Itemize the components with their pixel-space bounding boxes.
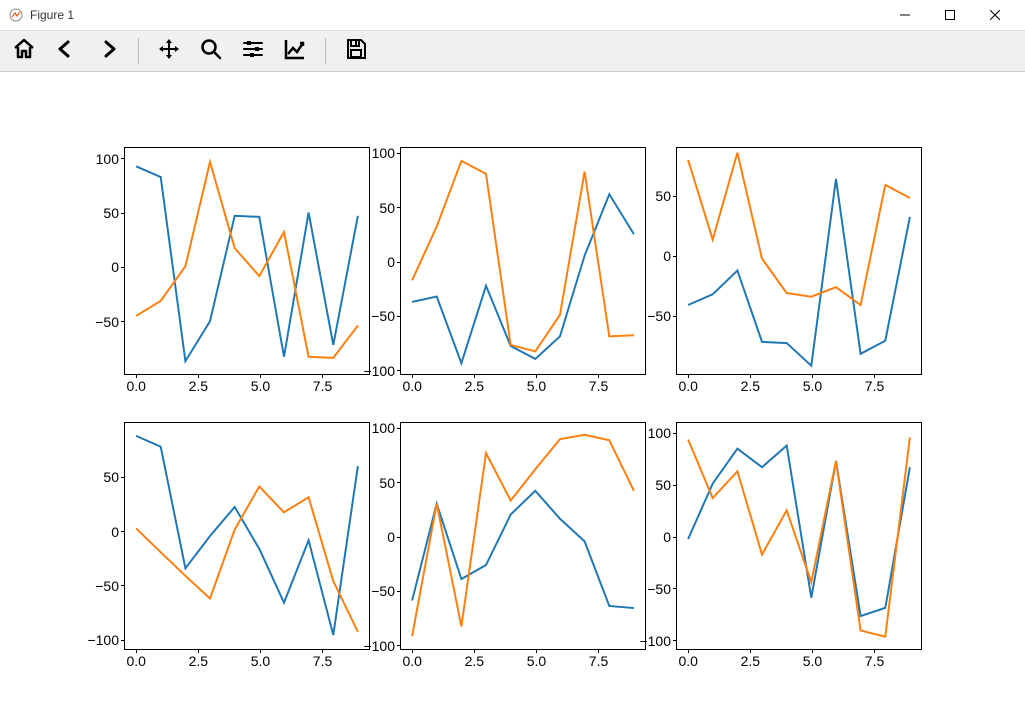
y-tick-label: 0: [387, 254, 395, 270]
back-icon: [54, 37, 78, 66]
app-icon: [8, 7, 24, 23]
y-tick-label: −50: [95, 314, 119, 330]
save-button[interactable]: [342, 37, 370, 65]
x-tick-label: 2.5: [465, 653, 484, 669]
y-tick-label: 50: [103, 469, 119, 485]
x-tick-label: 2.5: [189, 378, 208, 394]
subplot-0-1[interactable]: −100−500501000.02.55.07.5: [400, 147, 646, 375]
y-tick-label: 50: [379, 475, 395, 491]
y-tick-label: 50: [655, 188, 671, 204]
subplot-1-0[interactable]: −100−500500.02.55.07.5: [124, 422, 370, 650]
minimize-button[interactable]: [882, 0, 927, 30]
y-tick-label: −50: [371, 583, 395, 599]
x-tick-label: 0.0: [678, 653, 697, 669]
y-tick-label: 0: [111, 524, 119, 540]
x-tick-label: 5.0: [251, 653, 270, 669]
series-B: [412, 435, 634, 636]
x-tick-label: 7.5: [589, 378, 608, 394]
y-tick-label: 50: [655, 477, 671, 493]
x-tick-label: 7.5: [313, 653, 332, 669]
y-tick-label: −100: [363, 363, 395, 379]
x-tick-label: 0.0: [126, 378, 145, 394]
y-tick-label: 50: [379, 200, 395, 216]
y-tick-label: 100: [648, 425, 671, 441]
x-tick-label: 2.5: [189, 653, 208, 669]
x-tick-label: 5.0: [251, 378, 270, 394]
forward-icon: [96, 37, 120, 66]
x-tick-label: 5.0: [527, 653, 546, 669]
close-button[interactable]: [972, 0, 1017, 30]
x-tick-label: 5.0: [527, 378, 546, 394]
series-B: [688, 437, 910, 636]
x-tick-label: 7.5: [589, 653, 608, 669]
y-tick-label: −100: [363, 638, 395, 654]
x-tick-label: 2.5: [465, 378, 484, 394]
pan-icon: [157, 37, 181, 66]
maximize-button[interactable]: [927, 0, 972, 30]
x-tick-label: 7.5: [313, 378, 332, 394]
configure-icon: [241, 37, 265, 66]
pan-button[interactable]: [155, 37, 183, 65]
x-tick-label: 5.0: [803, 378, 822, 394]
x-tick-label: 7.5: [865, 653, 884, 669]
toolbar: [0, 31, 1025, 72]
x-tick-label: 0.0: [402, 378, 421, 394]
forward-button[interactable]: [94, 37, 122, 65]
window-titlebar: Figure 1: [0, 0, 1025, 31]
zoom-button[interactable]: [197, 37, 225, 65]
series-B: [688, 153, 910, 305]
y-tick-label: −100: [87, 632, 119, 648]
home-icon: [12, 37, 36, 66]
configure-button[interactable]: [239, 37, 267, 65]
x-tick-label: 2.5: [741, 653, 760, 669]
x-tick-label: 7.5: [865, 378, 884, 394]
series-A: [136, 166, 358, 361]
toolbar-separator: [138, 38, 139, 64]
x-tick-label: 2.5: [741, 378, 760, 394]
x-tick-label: 0.0: [402, 653, 421, 669]
subplot-0-2[interactable]: −500500.02.55.07.5: [676, 147, 922, 375]
x-tick-label: 0.0: [678, 378, 697, 394]
back-button[interactable]: [52, 37, 80, 65]
y-tick-label: 100: [96, 151, 119, 167]
y-tick-label: −50: [647, 581, 671, 597]
series-A: [688, 446, 910, 616]
series-B: [412, 161, 634, 352]
subplot-1-1[interactable]: −100−500501000.02.55.07.5: [400, 422, 646, 650]
axes-icon: [283, 37, 307, 66]
series-B: [136, 162, 358, 358]
y-tick-label: −100: [639, 633, 671, 649]
window-title: Figure 1: [30, 8, 74, 22]
toolbar-separator: [325, 38, 326, 64]
y-tick-label: 0: [663, 248, 671, 264]
zoom-icon: [199, 37, 223, 66]
y-tick-label: −50: [371, 308, 395, 324]
y-tick-label: 50: [103, 205, 119, 221]
subplot-0-0[interactable]: −500501000.02.55.07.5: [124, 147, 370, 375]
axes-button[interactable]: [281, 37, 309, 65]
figure-canvas[interactable]: −500501000.02.55.07.5−100−500501000.02.5…: [0, 72, 1025, 713]
home-button[interactable]: [10, 37, 38, 65]
series-B: [136, 487, 358, 632]
y-tick-label: −50: [647, 308, 671, 324]
x-tick-label: 5.0: [803, 653, 822, 669]
series-A: [136, 436, 358, 635]
y-tick-label: 0: [111, 259, 119, 275]
y-tick-label: 0: [387, 529, 395, 545]
y-tick-label: 0: [663, 529, 671, 545]
y-tick-label: 100: [372, 420, 395, 436]
x-tick-label: 0.0: [126, 653, 145, 669]
subplot-1-2[interactable]: −100−500501000.02.55.07.5: [676, 422, 922, 650]
y-tick-label: −50: [95, 578, 119, 594]
y-tick-label: 100: [372, 145, 395, 161]
save-icon: [344, 37, 368, 66]
